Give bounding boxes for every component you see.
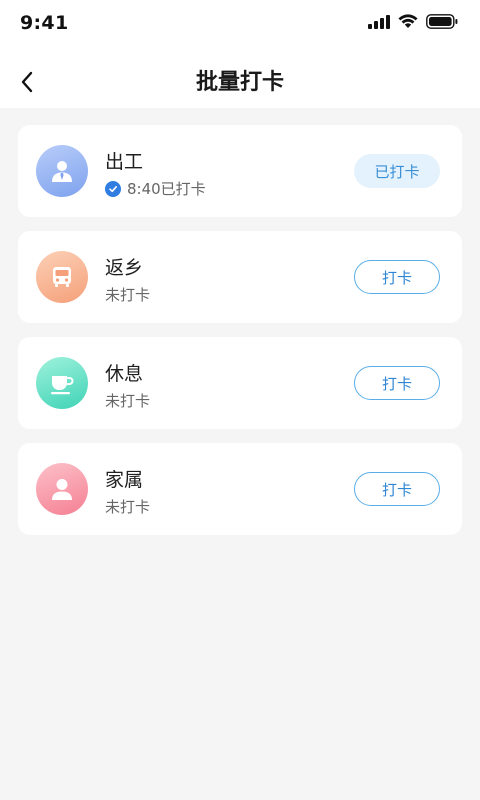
checked-in-button[interactable]: 已打卡 <box>354 154 440 188</box>
item-status-text: 8:40已打卡 <box>127 180 206 198</box>
status-icons <box>368 14 458 29</box>
worker-icon <box>36 145 88 197</box>
check-in-button[interactable]: 打卡 <box>354 260 440 294</box>
cup-icon <box>36 357 88 409</box>
checkin-list: 出工 8:40已打卡 已打卡 返乡 未打卡 打卡 休息 未打卡 打卡 家属 未打… <box>18 125 462 549</box>
check-in-button[interactable]: 打卡 <box>354 472 440 506</box>
item-status-text: 未打卡 <box>105 392 151 410</box>
battery-icon <box>426 14 458 29</box>
item-status: 未打卡 <box>105 496 150 517</box>
item-status: 未打卡 <box>105 390 150 411</box>
item-status: 8:40已打卡 <box>105 178 206 199</box>
check-in-button[interactable]: 打卡 <box>354 366 440 400</box>
wifi-icon <box>398 14 418 29</box>
bus-icon <box>36 251 88 303</box>
item-status: 未打卡 <box>105 284 150 305</box>
signal-icon <box>368 14 390 29</box>
item-name: 家属 <box>105 469 144 491</box>
item-status-text: 未打卡 <box>105 498 151 516</box>
page-title: 批量打卡 <box>195 70 284 95</box>
top-bar: 9:41 批量打卡 <box>0 0 480 108</box>
item-name: 休息 <box>105 363 144 385</box>
person-icon <box>36 463 88 515</box>
list-item-return-home: 返乡 未打卡 打卡 <box>18 231 462 323</box>
check-circle-icon <box>105 180 121 197</box>
item-status-text: 未打卡 <box>105 286 151 304</box>
item-name: 出工 <box>105 151 144 173</box>
list-item-work: 出工 8:40已打卡 已打卡 <box>18 125 462 217</box>
list-item-rest: 休息 未打卡 打卡 <box>18 337 462 429</box>
list-item-family: 家属 未打卡 打卡 <box>18 443 462 535</box>
item-name: 返乡 <box>105 257 144 279</box>
status-time: 9:41 <box>20 12 69 34</box>
